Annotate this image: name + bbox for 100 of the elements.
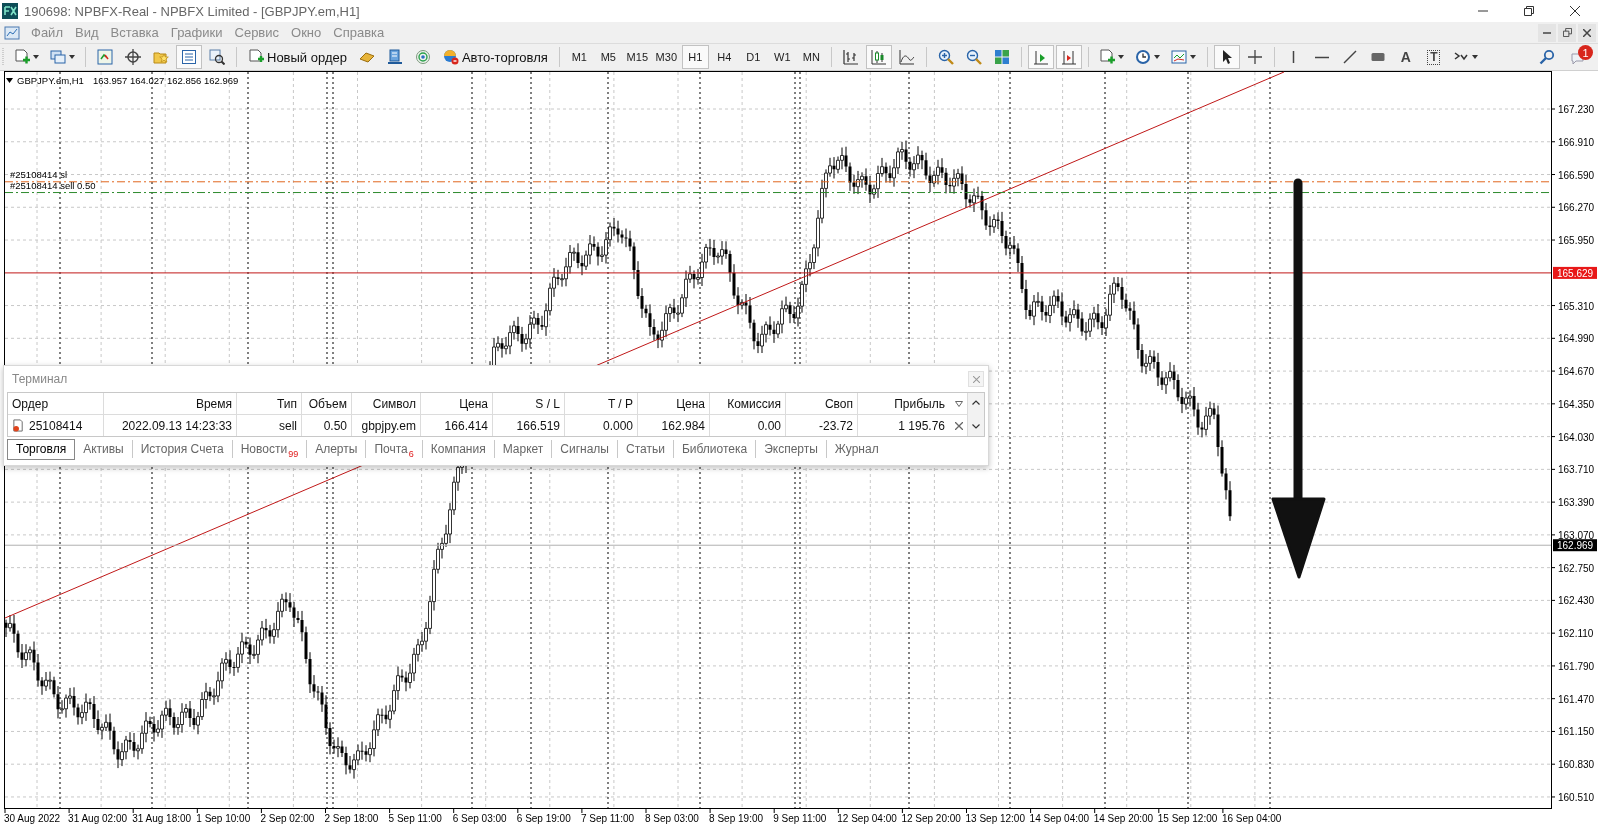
table-cell: gbpjpy.em — [352, 415, 421, 436]
column-header[interactable]: Цена — [638, 393, 710, 415]
notifications-button[interactable]: 1 — [1566, 45, 1592, 70]
terminal-tab[interactable]: Статьи — [617, 440, 673, 458]
price-axis-label: 164.350 — [1558, 398, 1595, 410]
timeframe-button[interactable]: M15 — [623, 45, 651, 70]
timeframe-button[interactable]: M5 — [594, 45, 622, 70]
line-chart-icon — [898, 49, 915, 66]
toolbar-button[interactable] — [176, 45, 202, 70]
arrows-box-icon — [97, 49, 113, 66]
timeframe-button[interactable]: W1 — [768, 45, 796, 70]
autoscroll-icon — [1032, 49, 1049, 66]
server-icon — [386, 49, 403, 66]
time-axis-label: 14 Sep 04:00 — [1029, 813, 1090, 824]
price-axis-label: 161.150 — [1558, 726, 1595, 738]
timeframe-button[interactable]: H4 — [710, 45, 738, 70]
horizontal-level-line[interactable] — [4, 272, 1552, 274]
price-axis-label: 162.430 — [1558, 595, 1595, 607]
toolbar-grip[interactable] — [2, 48, 5, 67]
app-logo-icon — [2, 3, 18, 19]
column-header[interactable]: S / L — [493, 393, 565, 415]
table-cell: 162.984 — [638, 415, 710, 436]
horizontal-line-icon — [1314, 55, 1329, 59]
terminal-tab[interactable]: Торговля — [7, 438, 76, 460]
column-header[interactable]: Время — [104, 393, 237, 415]
scrollbar[interactable] — [968, 393, 984, 436]
windows-icon — [49, 49, 66, 66]
chart-magnifier-icon — [209, 49, 225, 66]
order-line[interactable] — [4, 181, 1552, 183]
new-order-button[interactable]: Новый ордер — [243, 45, 352, 70]
time-axis-label: 5 Sep 11:00 — [388, 813, 442, 824]
price-axis-label: 165.950 — [1558, 235, 1595, 247]
minimize-button[interactable] — [1538, 23, 1556, 42]
crosshair-icon — [1246, 49, 1263, 66]
column-header[interactable]: Тип — [237, 393, 302, 415]
price-axis-label: 167.230 — [1558, 104, 1595, 115]
trend-line-icon — [1341, 49, 1358, 66]
scroll-up-icon[interactable] — [972, 400, 980, 405]
table-cell: 0.00 — [710, 415, 786, 436]
terminal-tab[interactable]: Маркет — [493, 440, 552, 458]
restore-button[interactable] — [1558, 23, 1576, 42]
restore-icon — [1562, 28, 1572, 38]
scroll-down-icon[interactable] — [972, 424, 980, 429]
time-axis-label: 6 Sep 03:00 — [452, 813, 507, 824]
text-tool-button[interactable]: A — [1392, 45, 1419, 70]
crosshair-circle-icon — [125, 49, 141, 66]
window-title: 190698: NPBFX-Real - NPBFX Limited - [GBPJPY.em,H1] — [24, 3, 360, 19]
template-icon — [1171, 49, 1188, 66]
column-header[interactable]: T / P — [565, 393, 638, 415]
auto-trading-button[interactable]: Авто-торговля — [437, 45, 553, 70]
price-axis-label: 160.510 — [1558, 791, 1595, 803]
terminal-tab[interactable]: Эксперты — [755, 440, 826, 458]
toolbar-button[interactable] — [1213, 45, 1240, 70]
terminal-tab[interactable]: Компания — [421, 440, 494, 458]
close-button[interactable] — [1578, 23, 1596, 42]
column-header[interactable]: Своп — [786, 393, 858, 415]
text-label-button[interactable]: T — [1420, 45, 1447, 70]
terminal-tab[interactable]: Журнал — [825, 440, 887, 458]
price-axis-label: 163.710 — [1558, 464, 1595, 476]
stop-badge-icon — [442, 49, 459, 66]
price-axis-label: 163.070 — [1558, 529, 1595, 541]
close-icon — [972, 375, 980, 383]
bar-chart-icon — [842, 49, 859, 66]
terminal-tab[interactable]: История Счета — [131, 440, 232, 458]
order-line[interactable] — [4, 192, 1552, 194]
time-axis-label: 12 Sep 20:00 — [901, 813, 961, 824]
column-header[interactable]: Ордер — [8, 393, 104, 415]
order-line-label: #25108414 sl — [10, 168, 68, 180]
timeframe-button[interactable]: M1 — [565, 45, 593, 70]
terminal-tab[interactable]: Библиотека — [672, 440, 756, 458]
caret-icon — [68, 55, 75, 60]
terminal-title: Терминал — [12, 372, 68, 386]
chart-symbol: GBPJPY.em,H1 — [17, 75, 84, 86]
price-axis-label: 166.910 — [1558, 136, 1595, 148]
caret-icon — [1154, 55, 1161, 60]
time-axis-label: 31 Aug 02:00 — [68, 813, 128, 824]
timeframe-button[interactable]: D1 — [739, 45, 767, 70]
timeframe-button[interactable]: H1 — [681, 45, 709, 70]
close-order-icon[interactable] — [955, 421, 963, 430]
terminal-tab[interactable]: Почта$_{6}$ — [365, 440, 422, 458]
table-cell: 166.519 — [493, 415, 565, 436]
time-axis-label: 16 Sep 04:00 — [1221, 813, 1282, 824]
zoom-out-icon — [965, 49, 982, 66]
terminal-tab[interactable]: Новости$_{99}$ — [231, 440, 307, 458]
column-header[interactable]: Объем — [302, 393, 352, 415]
terminal-tab[interactable]: Сигналы — [551, 440, 617, 458]
level-price-tag: 165.629 — [1553, 266, 1597, 279]
column-header[interactable]: Символ — [352, 393, 421, 415]
time-axis-label: 9 Sep 11:00 — [773, 813, 827, 824]
column-header[interactable]: Цена — [421, 393, 493, 415]
collapse-triangle-icon[interactable] — [6, 78, 13, 83]
column-header[interactable]: Комиссия — [710, 393, 786, 415]
sort-icon[interactable] — [955, 400, 963, 407]
terminal-tab[interactable]: Алерты — [306, 440, 366, 458]
terminal-tab[interactable]: Активы — [75, 440, 132, 458]
price-axis-label: 160.830 — [1558, 759, 1595, 771]
time-axis-label: 2 Sep 18:00 — [324, 813, 379, 824]
timeframe-button[interactable]: MN — [797, 45, 825, 70]
timeframe-button[interactable]: M30 — [652, 45, 680, 70]
chart-window-icon[interactable] — [4, 24, 20, 41]
